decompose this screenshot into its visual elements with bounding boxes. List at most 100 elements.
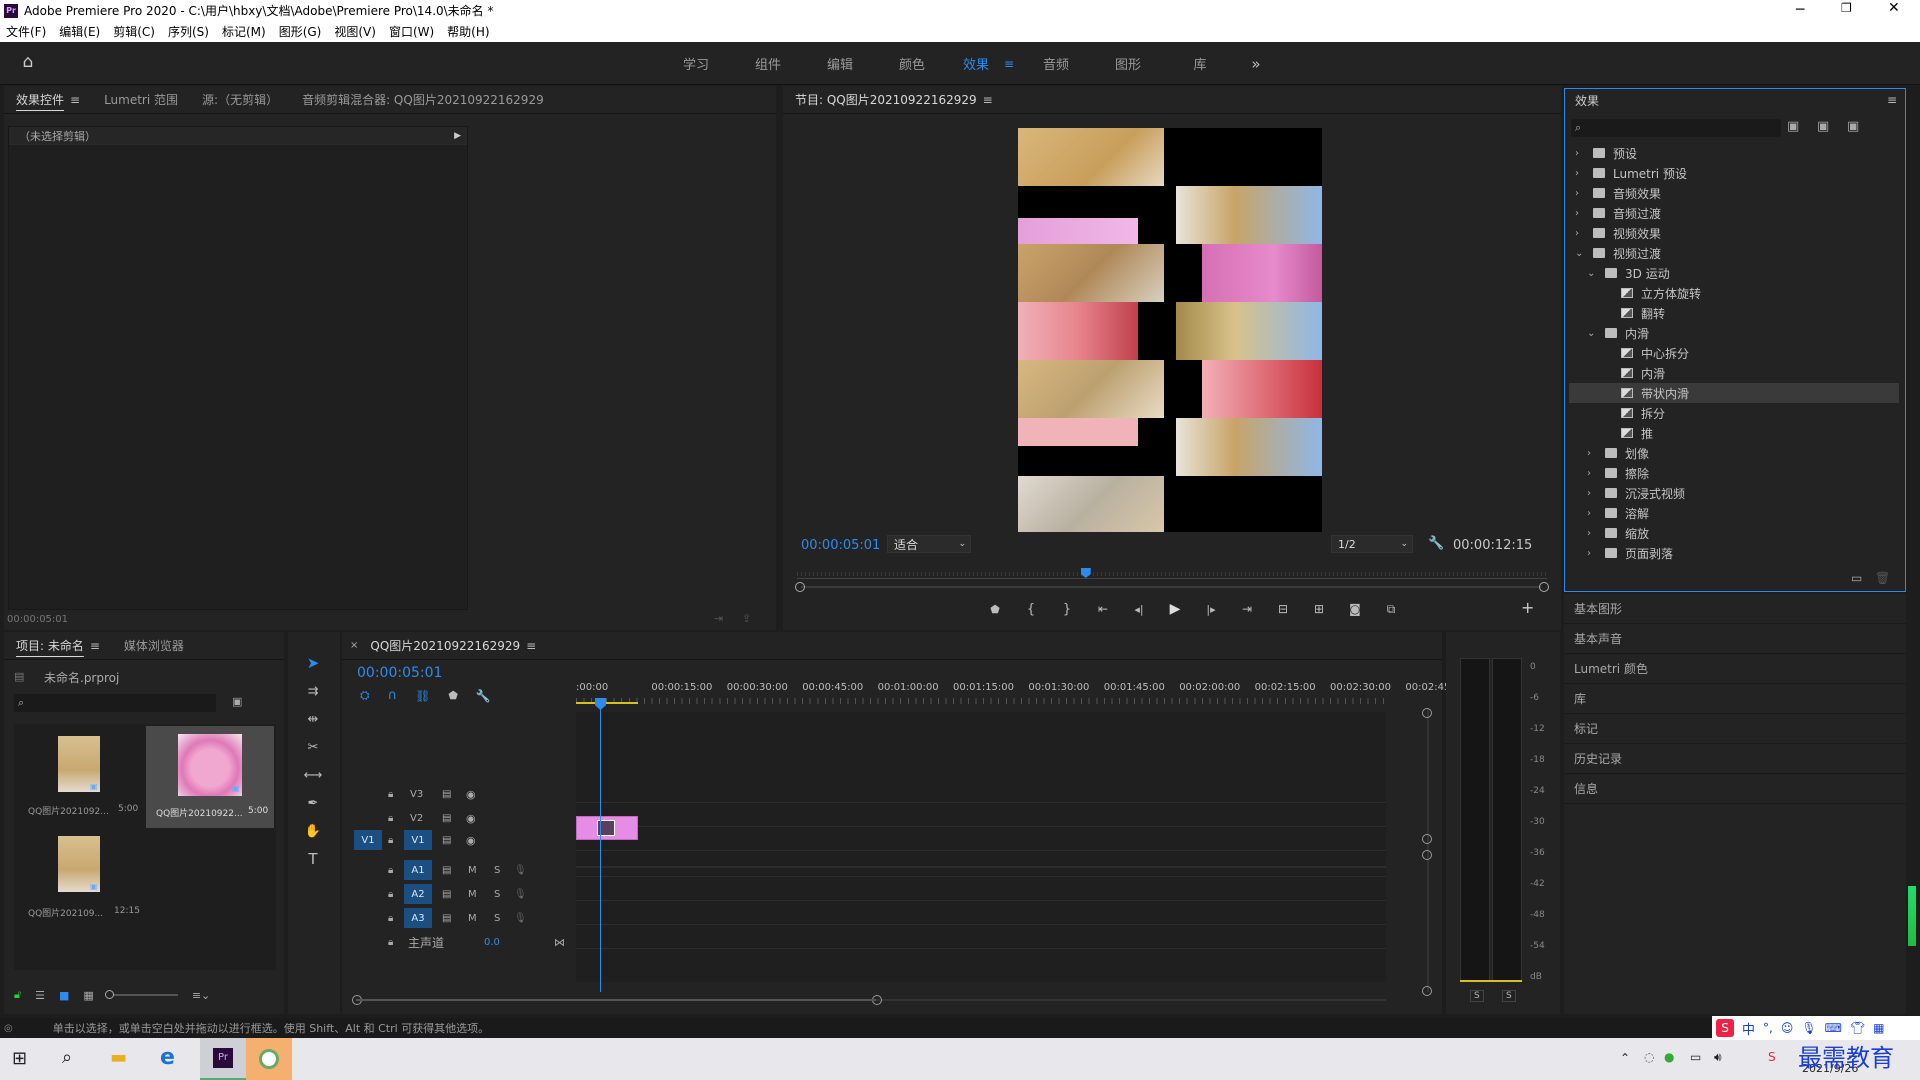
slip-tool-icon[interactable]: ⟷ [301, 764, 325, 786]
effects-tree-item[interactable]: 带状内滑 [1569, 383, 1899, 403]
effects-tree-item[interactable]: › 视频效果 [1569, 223, 1899, 243]
panel-info[interactable]: 信息 [1564, 774, 1906, 804]
chevron-down-icon[interactable]: ⌄ [1587, 268, 1601, 279]
workspace-learn[interactable]: 学习 [660, 54, 732, 73]
restore-button[interactable]: ❐ [1841, 1, 1852, 15]
effects-tree-item[interactable]: › 擦除 [1569, 463, 1899, 483]
step-forward-icon[interactable]: |▸ [1193, 603, 1229, 616]
project-item-selected[interactable]: ▣ QQ图片20210922... 5:00 [146, 726, 274, 828]
grid-icon[interactable]: ▦ [1873, 1021, 1884, 1035]
punctuation-icon[interactable]: °, [1763, 1021, 1773, 1035]
lock-icon[interactable]: 🔒︎ [388, 913, 393, 924]
app-icon[interactable] [246, 1038, 292, 1080]
volume-icon[interactable]: 🔊︎ [1714, 1050, 1722, 1065]
tray-icon[interactable]: ● [1664, 1050, 1674, 1064]
solo-button[interactable]: S [494, 865, 500, 876]
workspace-edit[interactable]: 编辑 [804, 54, 876, 73]
quality-dropdown[interactable]: 1/2 ⌄ [1331, 535, 1413, 553]
tab-lumetri-scopes[interactable]: Lumetri 范围 [92, 86, 190, 114]
track-label[interactable]: V1 [404, 830, 432, 850]
track-label[interactable]: A3 [404, 908, 432, 928]
more-workspaces-icon[interactable]: » [1236, 55, 1276, 73]
tab-project[interactable]: 项目: 未命名 ≡ [4, 632, 112, 660]
snap-icon[interactable]: ∩ [388, 688, 398, 703]
track-label[interactable]: A2 [404, 884, 432, 904]
lock-icon[interactable]: 🔒︎ [388, 865, 393, 876]
accelerated-effects-icon[interactable]: ▣ [1787, 119, 1799, 134]
chevron-down-icon[interactable]: ⌄ [1575, 248, 1589, 259]
extract-icon[interactable]: ⊞ [1301, 602, 1337, 616]
effects-tree-item[interactable]: › 沉浸式视频 [1569, 483, 1899, 503]
timeline-settings-icon[interactable]: 🔧 [476, 689, 491, 703]
panel-essential-graphics[interactable]: 基本图形 [1564, 594, 1906, 624]
type-tool-icon[interactable]: T [301, 848, 325, 870]
menu-clip[interactable]: 剪辑(C) [113, 23, 155, 40]
home-icon[interactable]: ⌂ [18, 52, 38, 72]
tab-sequence[interactable]: QQ图片20210922162929 ≡ [358, 632, 548, 660]
razor-tool-icon[interactable]: ✂ [301, 736, 325, 758]
lock-icon[interactable]: 🔒︎ [388, 889, 393, 900]
timeline-v-scrollbar[interactable] [1422, 708, 1434, 998]
effects-tree-item[interactable]: › 音频过渡 [1569, 203, 1899, 223]
delete-icon[interactable]: 🗑 [1875, 571, 1890, 585]
tab-effect-controls[interactable]: 效果控件 ≡ [4, 86, 92, 114]
keyboard-icon[interactable]: ⌨ [1825, 1021, 1842, 1035]
ime-toolbar[interactable]: S 中 °, ☺ 🎙︎ ⌨ 👕︎ ▦ [1712, 1016, 1920, 1040]
effects-tree-item[interactable]: 立方体旋转 [1569, 283, 1899, 303]
effects-tree-item[interactable]: ⌄ 3D 运动 [1569, 263, 1899, 283]
export-frame-icon[interactable]: ◙ [1337, 602, 1373, 616]
chevron-right-icon[interactable]: › [1587, 488, 1601, 499]
tab-source[interactable]: 源:（无剪辑） [190, 86, 290, 114]
sync-lock-icon[interactable]: ▤ [442, 889, 451, 900]
panel-history[interactable]: 历史记录 [1564, 744, 1906, 774]
emoji-icon[interactable]: ☺ [1781, 1021, 1794, 1035]
sync-lock-icon[interactable]: ▤ [442, 789, 451, 800]
tray-up-icon[interactable]: ⌃ [1620, 1051, 1630, 1065]
hand-tool-icon[interactable]: ✋ [301, 820, 325, 842]
chevron-right-icon[interactable]: › [1587, 448, 1601, 459]
sync-lock-icon[interactable]: ▤ [442, 835, 451, 846]
solo-left-button[interactable]: S [1470, 990, 1484, 1002]
effects-tree-item[interactable]: 中心拆分 [1569, 343, 1899, 363]
close-sequence-icon[interactable]: × [350, 640, 358, 651]
lift-icon[interactable]: ⊟ [1265, 602, 1301, 616]
chevron-right-icon[interactable]: › [1587, 468, 1601, 479]
add-marker-icon[interactable]: ⬟ [977, 603, 1013, 616]
linked-selection-icon[interactable]: ⛓ [415, 689, 430, 703]
effects-tree-item[interactable]: › 音频效果 [1569, 183, 1899, 203]
chevron-right-icon[interactable]: › [1575, 208, 1589, 219]
chevron-right-icon[interactable]: › [1575, 148, 1589, 159]
fit-dropdown[interactable]: 适合 ⌄ [887, 535, 971, 553]
ripple-edit-tool-icon[interactable]: ⇹ [301, 708, 325, 730]
program-scrub-bar[interactable] [797, 568, 1547, 582]
solo-right-button[interactable]: S [1502, 990, 1516, 1002]
play-icon[interactable]: ▶ [1157, 601, 1193, 617]
effects-tree-item[interactable]: 翻转 [1569, 303, 1899, 323]
effects-menu-icon[interactable]: ≡ [1887, 93, 1897, 107]
project-menu-icon[interactable]: ≡ [90, 639, 100, 653]
effects-tree-item[interactable]: 拆分 [1569, 403, 1899, 423]
mic-icon[interactable]: 🎙︎ [514, 865, 527, 876]
effects-tree-item[interactable]: ⌄ 内滑 [1569, 323, 1899, 343]
timeline-playhead[interactable] [595, 698, 606, 710]
lock-icon[interactable]: 🔒︎ [388, 937, 393, 948]
effects-tree-item[interactable]: › 缩放 [1569, 523, 1899, 543]
skin-icon[interactable]: 👕︎ [1850, 1021, 1865, 1035]
sync-lock-icon[interactable]: ▤ [442, 865, 451, 876]
sync-lock-icon[interactable]: ▤ [442, 913, 451, 924]
mute-button[interactable]: M [468, 889, 477, 900]
panel-lumetri-color[interactable]: Lumetri 颜色 [1564, 654, 1906, 684]
settings-wrench-icon[interactable]: 🔧 [1428, 536, 1444, 551]
tab-program[interactable]: 节目: QQ图片20210922162929 ≡ [783, 86, 1005, 114]
chevron-right-icon[interactable]: › [1575, 168, 1589, 179]
track-label[interactable]: A1 [404, 860, 432, 880]
chevron-right-icon[interactable]: › [1587, 528, 1601, 539]
track-label[interactable]: V3 [410, 789, 423, 800]
menu-file[interactable]: 文件(F) [6, 23, 46, 40]
workspace-menu-icon[interactable]: ≡ [1004, 57, 1020, 71]
solo-button[interactable]: S [494, 889, 500, 900]
new-search-bin-icon[interactable]: ▣ [232, 695, 242, 708]
panel-markers[interactable]: 标记 [1564, 714, 1906, 744]
effects-tree-item[interactable]: › Lumetri 预设 [1569, 163, 1899, 183]
32bit-effects-icon[interactable]: ▣ [1817, 119, 1829, 134]
